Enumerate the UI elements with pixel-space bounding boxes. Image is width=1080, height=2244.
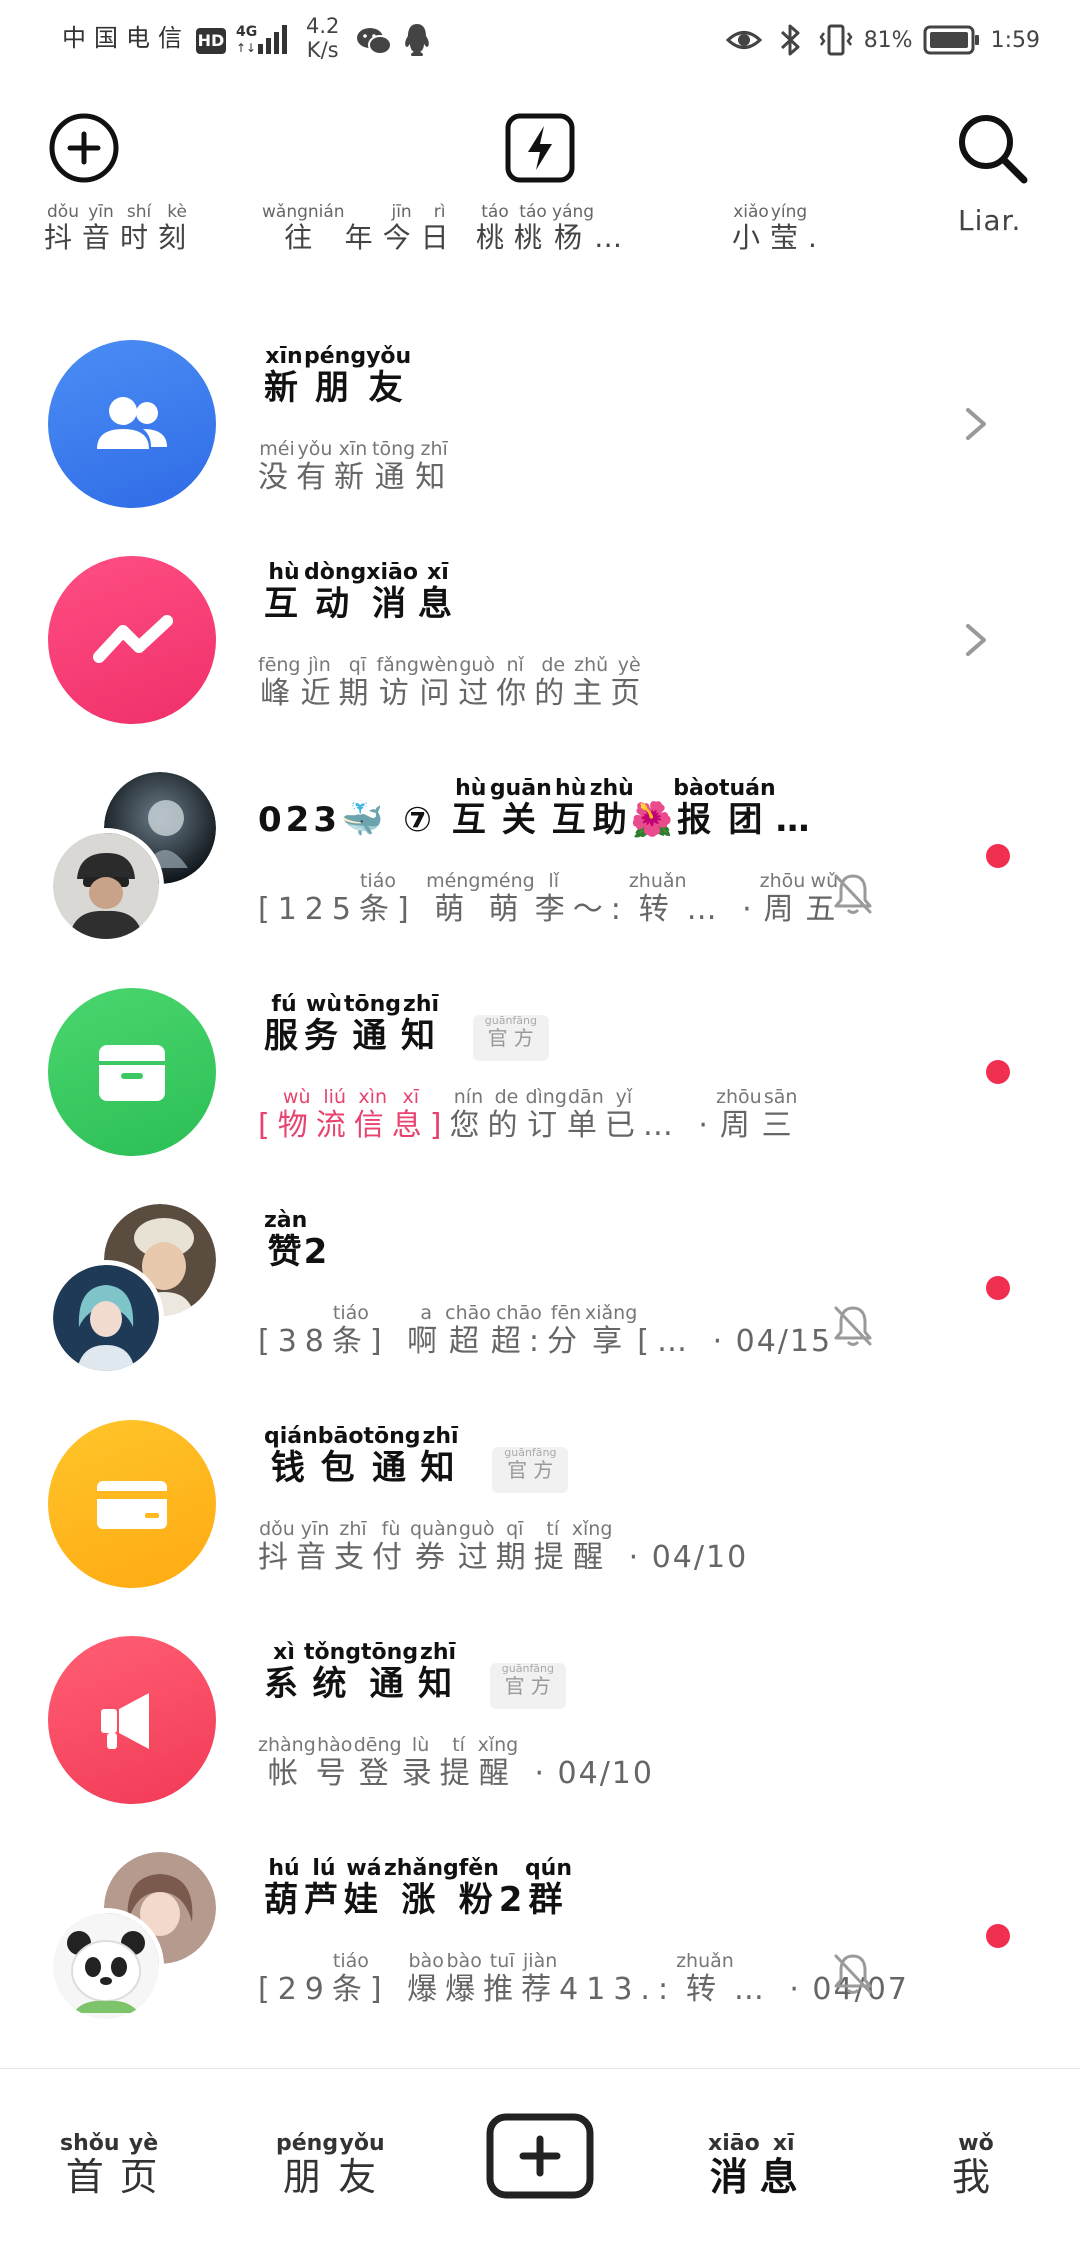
- official-badge: 官guān方fāng: [472, 1014, 549, 1061]
- conversation-preview: 抖dǒu音yīn支zhī付fù券quàn过guò期qī提tí醒xǐng · 04…: [258, 1518, 749, 1575]
- network-speed: 4.2 K/s: [306, 14, 339, 62]
- conversation-title: 赞zàn2: [264, 1208, 330, 1272]
- recent-contact[interactable]: 桃táo桃táo杨yáng…: [476, 202, 632, 256]
- whale-emoji: 🐳: [340, 800, 388, 840]
- conversation-preview: 没méi有yǒu新xīn通tōng知zhī: [258, 438, 454, 495]
- conversation-preview: [125条tiáo] 萌méng萌méng李lǐ～:转zhuǎn… ·周zhōu…: [258, 870, 844, 927]
- add-circle-icon[interactable]: [48, 112, 120, 184]
- group-avatar: [48, 1852, 220, 2024]
- group-avatar: [48, 1204, 220, 1376]
- unread-dot: [986, 1276, 1010, 1300]
- people-icon: [97, 397, 167, 449]
- flower-emoji: 🌺: [630, 800, 678, 840]
- recent-contact[interactable]: Liar.: [958, 204, 1021, 237]
- nav-friends[interactable]: 朋péng友yǒu: [276, 2131, 386, 2201]
- inbox-icon: [99, 1045, 165, 1101]
- qq-icon: [405, 24, 429, 56]
- eye-comfort-icon: [725, 31, 762, 49]
- official-badge: 官guān方fāng: [492, 1446, 569, 1493]
- conversation-service-notice[interactable]: 服fú务wù通tōng知zhī 官guān方fāng [物wù流liú信xìn息…: [0, 988, 1080, 1204]
- conversation-preview: 峰fēng近jìn期qī访fǎng问wèn过guò你nǐ的de主zhǔ页yè: [258, 654, 649, 711]
- conversation-system-notice[interactable]: 系xì统tǒng通tōng知zhī 官guān方fāng 帐zhàng号hào登…: [0, 1636, 1080, 1852]
- svg-text:↑↓: ↑↓: [236, 41, 256, 55]
- conversation-likes[interactable]: 赞zàn2 [38条tiáo] 啊a超chāo超:chāo分fēn享xiǎng[…: [0, 1204, 1080, 1420]
- bell-off-icon: [834, 1306, 872, 1346]
- avatar: [48, 1636, 216, 1804]
- conversation-title: 互hù动dòng消xiāo息xī: [264, 560, 458, 624]
- top-bar: [0, 108, 1080, 188]
- clock: 1:59: [990, 27, 1040, 53]
- conversation-preview: [物wù流liú信xìn息xī]您nín的de订dìng单dān已yǐ… ·周z…: [258, 1086, 800, 1143]
- recent-contact[interactable]: 往wǎngnián年今jīn日rì: [262, 202, 459, 256]
- conversation-preview: 帐zhàng号hào登dēng录lù提tí醒xǐng · 04/10: [258, 1734, 654, 1791]
- unread-dot: [986, 1060, 1010, 1084]
- hd-badge: HD: [196, 28, 226, 54]
- conversation-title: 系xì统tǒng通tōng知zhī 官guān方fāng: [264, 1640, 566, 1709]
- conversation-title: 服fú务wù通tōng知zhī 官guān方fāng: [264, 992, 549, 1061]
- status-right-group: 81% 1:59: [725, 20, 1040, 60]
- status-bar: 中国电信 HD 4G ↑↓ 4.2 K/s 81% 1:59: [0, 0, 1080, 80]
- conversation-title: 钱qián包bāo通tōng知zhī 官guān方fāng: [264, 1424, 569, 1493]
- nav-home[interactable]: 首shǒu页yè: [60, 2131, 168, 2201]
- member-avatar: [48, 1908, 164, 2024]
- conversation-preview: [29条tiáo] 爆bào爆bào推tuī荐jiàn413.:转zhuǎn… …: [258, 1950, 909, 2007]
- carrier-label: 中国电信: [62, 18, 190, 53]
- network-speed-value: 4.2: [306, 14, 340, 38]
- search-icon[interactable]: [954, 110, 1030, 186]
- avatar: [48, 988, 216, 1156]
- conversation-wallet-notice[interactable]: 钱qián包bāo通tōng知zhī 官guān方fāng 抖dǒu音yīn支z…: [0, 1420, 1080, 1636]
- conversation-title: 葫hú芦lú娃wá涨zhǎng粉fěn2群qún: [264, 1856, 573, 1920]
- avatar: [48, 1420, 216, 1588]
- conversation-group-hulu[interactable]: 葫hú芦lú娃wá涨zhǎng粉fěn2群qún [29条tiáo] 爆bào爆…: [0, 1852, 1080, 2068]
- chevron-right-icon: [966, 408, 986, 440]
- logistics-tag: [物wù流liú信xìn息xī]: [258, 1086, 450, 1143]
- recent-contact[interactable]: 抖dǒu音yīn时shí刻kè: [44, 202, 196, 256]
- avatar: [48, 556, 216, 724]
- bell-off-icon: [834, 1954, 872, 1994]
- recent-contacts: 抖dǒu音yīn时shí刻kè 往wǎngnián年今jīn日rì 桃táo桃t…: [0, 202, 1080, 268]
- zigzag-message-icon: [93, 615, 173, 663]
- card-icon: [97, 1481, 167, 1529]
- battery-percent: 81%: [863, 27, 913, 53]
- plus-square-icon[interactable]: [486, 2113, 594, 2199]
- unread-dot: [986, 1924, 1010, 1948]
- signal-icon: 4G ↑↓: [236, 24, 287, 55]
- bluetooth-icon: [780, 24, 800, 56]
- conversation-interactions[interactable]: 互hù动dòng消xiāo息xī 峰fēng近jìn期qī访fǎng问wèn过g…: [0, 556, 1080, 772]
- recent-contact[interactable]: 小xiǎo莹yíng.: [732, 202, 827, 256]
- conversation-group-023[interactable]: 023🐳 ⑦ 互hù关guān互hù助zhù🌺报bào团tuán… [125条t…: [0, 772, 1080, 988]
- member-avatar: [48, 1260, 164, 1376]
- nav-me[interactable]: 我wǒ: [952, 2131, 1000, 2201]
- battery-icon: [923, 25, 979, 55]
- flash-icon[interactable]: [504, 112, 576, 184]
- conversation-title: 新xīn朋péng友yǒu: [264, 344, 412, 408]
- conversation-new-friends[interactable]: 新xīn朋péng友yǒu 没méi有yǒu新xīn通tōng知zhī: [0, 340, 1080, 556]
- vibrate-icon: [819, 24, 853, 56]
- wechat-icon: [357, 28, 392, 55]
- avatar: [48, 340, 216, 508]
- bottom-navigation: 首shǒu页yè 朋péng友yǒu 消xiāo息xī 我wǒ: [0, 2068, 1080, 2244]
- group-avatar: [48, 772, 220, 944]
- network-speed-unit: K/s: [306, 38, 339, 62]
- bell-off-icon: [834, 874, 872, 914]
- nav-messages[interactable]: 消xiāo息xī: [708, 2131, 808, 2201]
- conversation-preview: [38条tiáo] 啊a超chāo超:chāo分fēn享xiǎng[… · 04…: [258, 1302, 833, 1359]
- megaphone-icon: [101, 1693, 149, 1749]
- unread-dot: [986, 844, 1010, 868]
- official-badge: 官guān方fāng: [489, 1662, 566, 1709]
- carrier-text: 中国电信: [62, 24, 190, 52]
- network-type-label: 4G: [236, 24, 257, 40]
- chevron-right-icon: [966, 624, 986, 656]
- member-avatar: [48, 828, 164, 944]
- conversation-title: 023🐳 ⑦ 互hù关guān互hù助zhù🌺报bào团tuán…: [258, 776, 814, 840]
